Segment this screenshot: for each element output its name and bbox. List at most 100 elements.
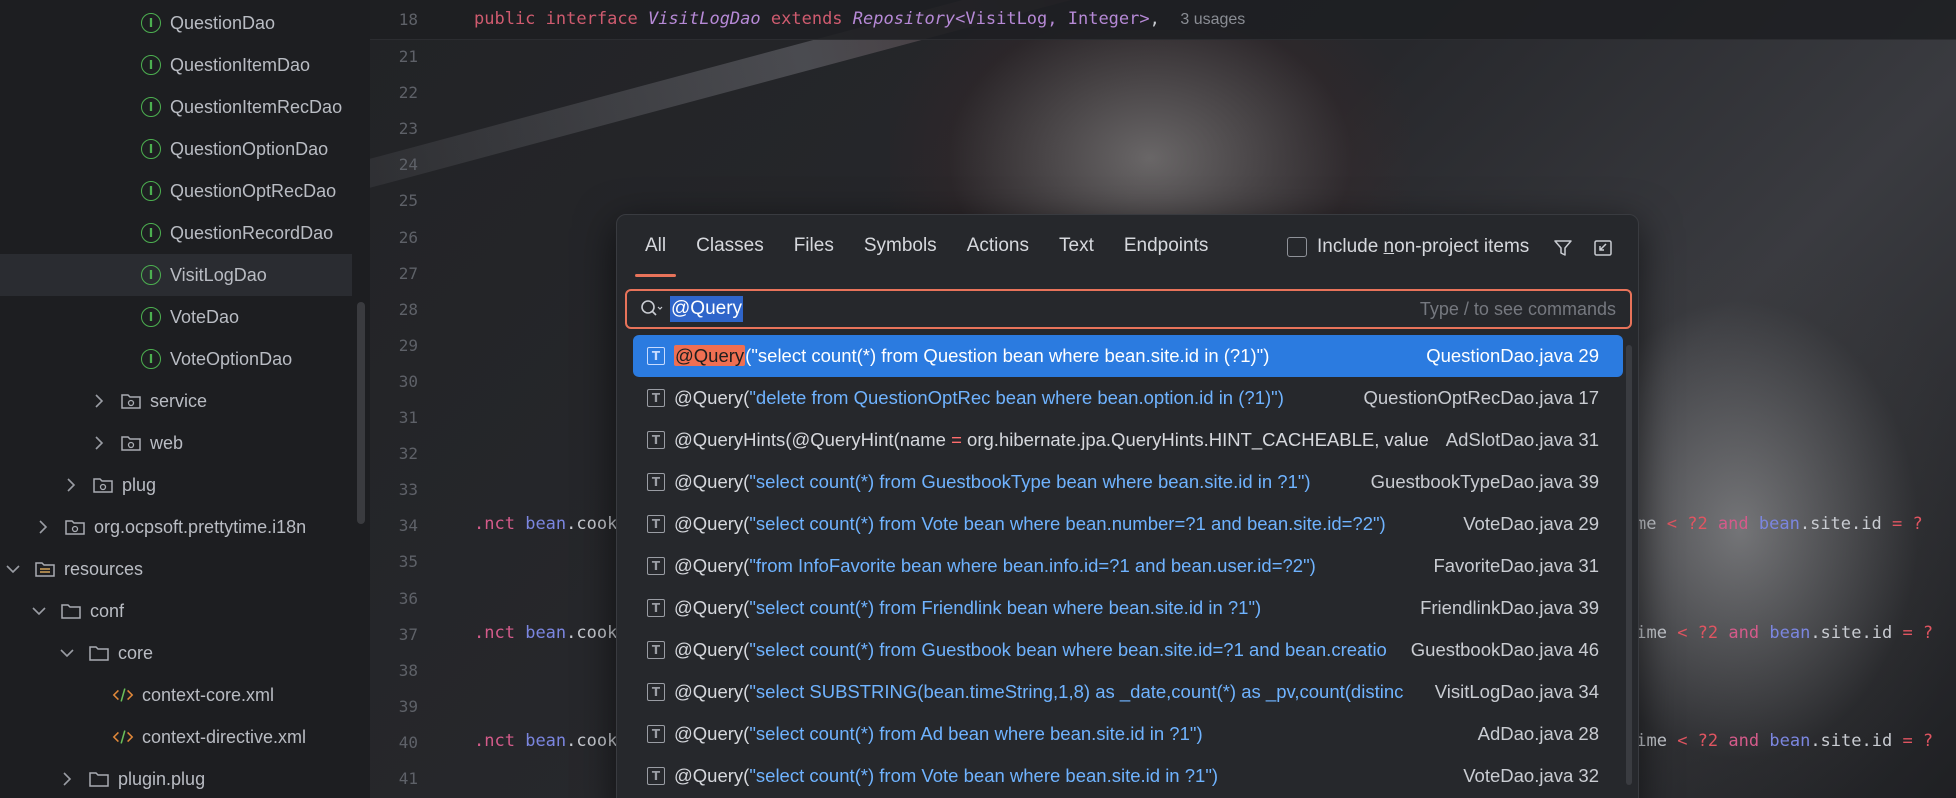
tree-item[interactable]: plugin.plug (0, 758, 352, 798)
line-number: 29 (398, 335, 418, 355)
code-fragment: time < ?2 and bean.site.id = ? (1626, 623, 1934, 643)
tree-item[interactable]: I QuestionDao (0, 2, 352, 44)
result-row[interactable]: T @Query("select count(*) from Ad bean wh… (633, 713, 1623, 755)
result-text: @Query("select count(*) from GuestbookTy… (674, 471, 1311, 492)
tree-item-label: VoteDao (170, 306, 240, 327)
line-number: 39 (398, 696, 418, 716)
result-file: FavoriteDao.java 31 (1433, 555, 1599, 576)
text-result-icon: T (647, 557, 665, 575)
folder-icon (88, 642, 110, 664)
chevron-right-icon[interactable] (58, 770, 76, 788)
interface-icon: I (140, 222, 162, 244)
tree-item-label: org.ocpsoft.prettytime.i18n (94, 516, 307, 537)
tree-item-label: QuestionOptionDao (170, 138, 329, 159)
tree-item[interactable]: I QuestionItemRecDao (0, 86, 352, 128)
tree-item[interactable]: I VisitLogDao (0, 254, 352, 296)
code-fragment: .nct bean.cook (474, 623, 618, 643)
folder-icon (88, 768, 110, 790)
tree-item[interactable]: core (0, 632, 352, 674)
tree-item-label: VoteOptionDao (170, 348, 293, 369)
result-row[interactable]: T @Query("select count(*) from Question b… (633, 335, 1623, 377)
tree-item[interactable]: resources (0, 548, 352, 590)
chevron-down-icon[interactable] (58, 644, 76, 662)
tree-item-label: QuestionItemRecDao (170, 96, 343, 117)
folder-icon (60, 600, 82, 622)
tree-item-label: VisitLogDao (170, 264, 267, 285)
chevron-down-icon[interactable] (30, 602, 48, 620)
tree-item[interactable]: context-core.xml (0, 674, 352, 716)
tab-classes[interactable]: Classes (684, 215, 776, 277)
search-icon[interactable] (635, 292, 669, 326)
tree-item[interactable]: plug (0, 464, 352, 506)
line-number: 41 (398, 769, 418, 788)
tree-item[interactable]: context-directive.xml (0, 716, 352, 758)
text-result-icon: T (647, 767, 665, 785)
result-file: VoteDao.java 32 (1463, 765, 1599, 786)
open-in-find-window-icon[interactable] (1592, 237, 1614, 259)
chevron-right-icon[interactable] (62, 476, 80, 494)
result-text: @QueryHints(@QueryHint(name = org.hibern… (674, 429, 1429, 450)
tree-item[interactable]: I QuestionRecordDao (0, 212, 352, 254)
chevron-down-icon[interactable] (4, 560, 22, 578)
line-gutter: 21 22 23 24 25 26 27 28 29 30 31 32 33 34 35 36 37 38 39 40… (370, 0, 460, 798)
tree-item[interactable]: I VoteOptionDao (0, 338, 352, 380)
tree-item-label: QuestionOptRecDao (170, 180, 337, 201)
result-file: VoteDao.java 29 (1463, 513, 1599, 534)
interface-icon: I (140, 12, 162, 34)
tab-text[interactable]: Text (1047, 215, 1106, 277)
result-row[interactable]: T @Query("select count(*) from Friendlink… (633, 587, 1623, 629)
match-prefix: @Query (674, 387, 744, 408)
chevron-right-icon[interactable] (90, 434, 108, 452)
tree-item[interactable]: org.ocpsoft.prettytime.i18n (0, 506, 352, 548)
tab-actions[interactable]: Actions (955, 215, 1041, 277)
xml-file-icon (112, 684, 134, 706)
result-row[interactable]: T @Query("select count(*) from GuestbookT… (633, 461, 1623, 503)
tree-item-label: QuestionDao (170, 12, 276, 33)
filter-icon[interactable] (1552, 237, 1574, 259)
results-scrollbar[interactable] (1626, 345, 1632, 785)
tab-files[interactable]: Files (782, 215, 846, 277)
xml-file-icon (112, 726, 134, 748)
tab-all[interactable]: All (633, 215, 678, 277)
tree-item[interactable]: I QuestionOptionDao (0, 128, 352, 170)
tree-item-label: service (150, 390, 208, 411)
tree-item[interactable]: I QuestionItemDao (0, 44, 352, 86)
result-row[interactable]: T @Query("select count(*) from Guestbook … (633, 629, 1623, 671)
package-icon (64, 516, 86, 538)
result-row[interactable]: T @QueryHints(@QueryHint(name = org.hiber… (633, 419, 1623, 461)
result-text: @Query("select count(*) from Vote bean w… (674, 765, 1219, 786)
tree-item[interactable]: I QuestionOptRecDao (0, 170, 352, 212)
match-prefix: @Query (674, 765, 744, 786)
result-row[interactable]: T @Query("delete from QuestionOptRec bean… (633, 377, 1623, 419)
tree-item[interactable]: service (0, 380, 352, 422)
tree-item[interactable]: I VoteDao (0, 296, 352, 338)
tree-item[interactable]: web (0, 422, 352, 464)
interface-icon: I (140, 96, 162, 118)
search-input[interactable] (669, 294, 1309, 324)
result-row[interactable]: T @Query("from InfoFavorite bean where be… (633, 545, 1623, 587)
text-result-icon: T (647, 599, 665, 617)
text-result-icon: T (647, 431, 665, 449)
sticky-header: 18 public interface VisitLogDao extends … (370, 0, 1956, 40)
package-icon (120, 390, 142, 412)
tab-symbols[interactable]: Symbols (852, 215, 949, 277)
include-non-project-option[interactable]: Include non-project items (1287, 235, 1529, 259)
search-box[interactable]: @Query Type / to see commands (625, 289, 1632, 329)
line-number: 36 (398, 588, 418, 608)
chevron-right-icon[interactable] (90, 392, 108, 410)
result-row[interactable]: T @Query("select count(*) from Vote bean … (633, 503, 1623, 545)
include-non-project-checkbox[interactable] (1287, 237, 1307, 257)
result-row[interactable]: T @Query("select SUBSTRING(bean.timeStrin… (633, 671, 1623, 713)
tree-scrollbar[interactable] (357, 302, 365, 524)
result-row[interactable]: T @Query("select count(*) from Vote bean … (633, 755, 1623, 797)
tab-endpoints[interactable]: Endpoints (1112, 215, 1221, 277)
text-result-icon: T (647, 641, 665, 659)
result-text: @Query("select count(*) from Guestbook b… (674, 639, 1387, 660)
interface-icon: I (140, 138, 162, 160)
interface-icon: I (140, 54, 162, 76)
tree-item[interactable]: conf (0, 590, 352, 632)
interface-declaration: public interface VisitLogDao extends Rep… (474, 9, 1246, 29)
chevron-right-icon[interactable] (34, 518, 52, 536)
result-file: GuestbookDao.java 46 (1410, 639, 1599, 660)
interface-icon: I (140, 306, 162, 328)
